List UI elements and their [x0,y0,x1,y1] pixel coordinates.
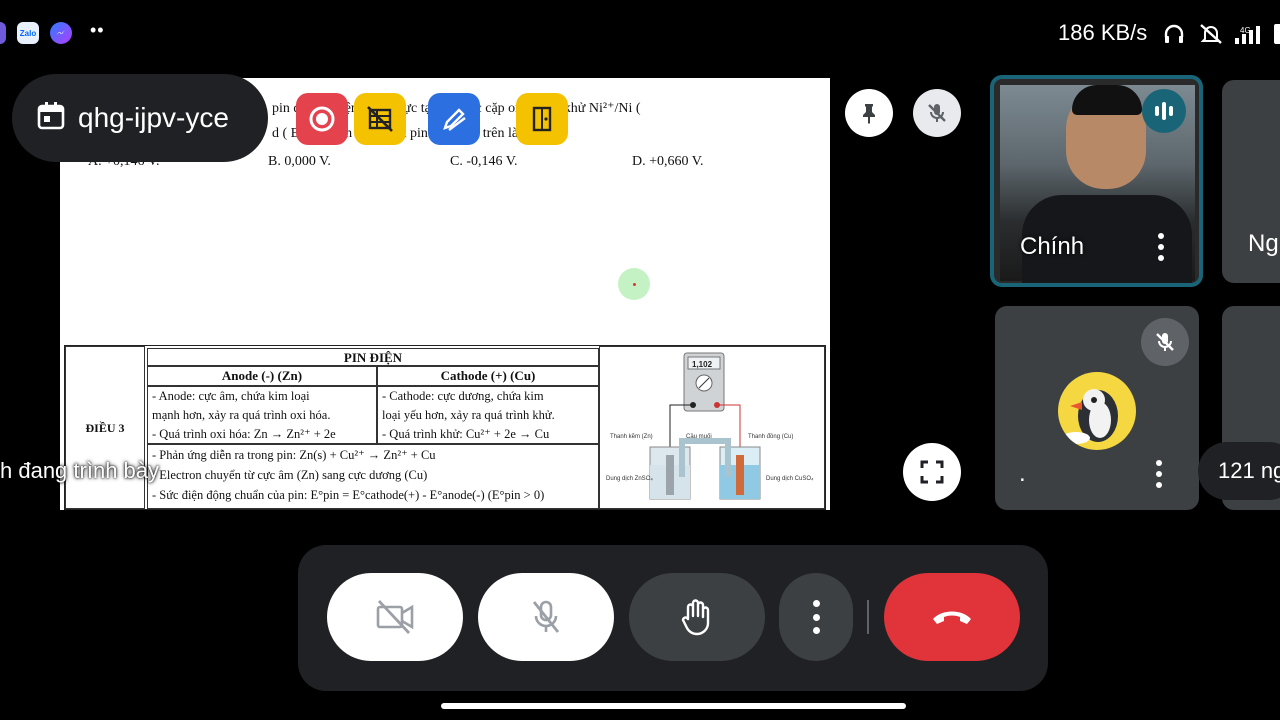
signal-icon: 4G [1234,24,1268,49]
raise-hand-button[interactable] [629,573,765,661]
meter-value: 1,102 [692,360,713,369]
network-speed: 186 KB/s [1058,20,1148,45]
avatar [1058,372,1136,450]
anode-header-text: Anode (-) (Zn) [221,368,303,383]
divider [867,600,869,634]
row-label-cell: ĐIỀU 3 [65,346,145,509]
more-participants-pill[interactable]: 121 ng [1198,442,1280,500]
cathode-line-1: - Cathode: cực dương, chứa kim [382,389,544,403]
mic-toggle-button[interactable] [478,573,614,661]
anode-line-1: - Anode: cực âm, chứa kim loại [152,389,310,403]
laser-pointer [618,268,650,300]
meeting-code: qhg-ijpv-yce [78,102,229,133]
cathode-cell: - Cathode: cực dương, chứa kim loại yếu … [377,386,599,444]
table-header-text: PIN ĐIỆN [343,350,403,365]
pin-button[interactable] [845,89,893,137]
cathode-line-3: - Quá trình khử: Cu²⁺ + 2e → Cu [382,427,550,441]
home-indicator[interactable] [441,703,906,709]
reaction-line-3: - Sức điện động chuẩn của pin: E°pin = E… [152,488,545,502]
more-notifications: •• [90,20,105,40]
anode-cell: - Anode: cực âm, chứa kim loại mạnh hơn,… [147,386,377,444]
participant-tile-ng[interactable]: Ng [1222,80,1280,283]
participant-name: . [1019,460,1026,487]
anode-header: Anode (-) (Zn) [147,366,377,386]
cathode-header: Cathode (+) (Cu) [377,366,599,386]
zalo-label: Zalo [19,28,37,38]
camera-toggle-button[interactable] [327,573,463,661]
summary-table: ĐIỀU 3 PIN ĐIỆN Anode (-) (Zn) Cathode (… [64,345,826,510]
label-cu-rod: Thanh đồng (Cu) [748,434,793,440]
status-bar: Zalo •• 186 KB/s 4G [0,0,1280,60]
person-hair [1072,85,1142,115]
camera-off-icon [376,600,414,634]
speaking-indicator-icon [1142,89,1186,133]
pin-icon [863,104,875,124]
hide-grid-icon[interactable] [354,93,406,145]
mic-off-icon [1141,318,1189,366]
record-icon[interactable] [296,93,348,145]
mic-off-icon [928,104,946,122]
more-participants-count: 121 ng [1218,458,1280,483]
participant-name: Chính [1020,233,1085,260]
reaction-cell: - Phản ứng diễn ra trong pin: Zn(s) + Cu… [147,444,599,509]
label-znso4: Dung dịch ZnSO₄ [606,476,653,482]
cathode-line-2: loại yếu hơn, xảy ra quá trình khử. [382,408,555,422]
more-vert-icon [812,600,820,634]
puffin-icon [1062,389,1118,444]
battery-icon-partial [1274,24,1280,44]
zalo-icon: Zalo [17,22,39,44]
option-c: C. -0,146 V. [450,154,518,169]
option-b: B. 0,000 V. [268,154,331,169]
presenter-muted-indicator [913,89,961,137]
app-icon-partial [0,22,6,44]
participant-tile-chinh[interactable]: Chính [990,75,1203,287]
row-label: ĐIỀU 3 [85,420,125,435]
hang-up-icon [933,611,971,624]
participant-tile-dot[interactable]: . [995,306,1199,510]
mic-off-icon [532,600,560,633]
diagram-cell: Thanh kẽm (Zn) Cầu muối Thanh đồng (Cu) … [599,346,825,509]
fullscreen-button[interactable] [903,443,961,501]
more-options-button[interactable] [779,573,853,661]
label-zn-rod: Thanh kẽm (Zn) [610,434,653,440]
anode-line-2: mạnh hơn, xảy ra quá trình oxi hóa. [152,408,331,422]
anode-line-3: - Quá trình oxi hóa: Zn → Zn²⁺ + 2e [152,427,336,441]
galvanic-cell-diagram: Thanh kẽm (Zn) Cầu muối Thanh đồng (Cu) … [606,352,814,500]
svg-text:4G: 4G [1240,26,1251,35]
fullscreen-icon [920,460,944,484]
more-options-icon[interactable] [1152,456,1166,492]
label-cuso4: Dung dịch CuSO₄ [766,476,814,482]
option-d: D. +0,660 V. [632,154,704,169]
participant-name: Ng [1248,230,1279,257]
calendar-icon [36,101,66,136]
exit-door-icon[interactable] [516,93,568,145]
label-salt-bridge: Cầu muối [686,434,712,440]
more-options-icon[interactable] [1154,229,1168,265]
end-call-button[interactable] [884,573,1020,661]
reaction-line-2: - Electron chuyển từ cực âm (Zn) sang cự… [152,468,428,482]
reaction-line-1: - Phản ứng diễn ra trong pin: Zn(s) + Cu… [152,448,436,462]
hand-icon [681,599,710,636]
headphones-icon [1162,22,1186,51]
table-header: PIN ĐIỆN [147,348,599,366]
cathode-header-text: Cathode (+) (Cu) [440,368,536,383]
meeting-code-pill[interactable]: qhg-ijpv-yce [12,74,268,162]
pen-icon[interactable] [428,93,480,145]
mute-bell-icon [1198,22,1224,51]
caption-text: h đang trình bày [0,458,160,483]
messenger-icon [50,22,72,44]
